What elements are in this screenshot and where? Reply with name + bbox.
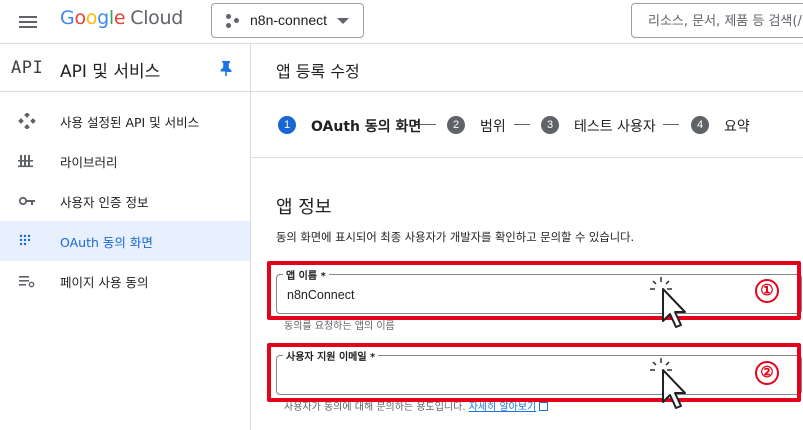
step-1-number[interactable]: 1 [278,116,296,134]
project-picker[interactable]: n8n-connect [211,3,364,38]
section-description: 동의 화면에 표시되어 최종 사용자가 개발자를 확인하고 문의할 수 있습니다… [276,231,635,244]
search-input[interactable] [648,10,803,32]
sidebar-title: API 및 서비스 [60,62,161,82]
click-cursor-icon [650,277,686,328]
step-4-label[interactable]: 요약 [724,116,750,136]
external-link-icon [539,402,549,411]
sidebar-item-enabled-apis[interactable]: 사용 설정된 API 및 서비스 [0,101,250,141]
sidebar-item-label: 라이브러리 [60,155,118,170]
step-2-number[interactable]: 2 [447,116,465,134]
support-email-hint-text: 사용자가 동의에 대해 문의하는 용도입니다. [284,402,466,413]
step-separator [514,124,530,125]
sidebar-item-label: 페이지 사용 동의 [60,275,149,290]
project-name: n8n-connect [250,12,328,28]
sidebar-item-oauth-consent[interactable]: OAuth 동의 화면 [0,221,250,261]
search-box[interactable] [631,3,803,38]
main-menu-icon[interactable] [16,10,40,34]
library-icon [18,155,33,168]
click-cursor-icon [650,358,686,409]
step-separator [420,124,436,125]
project-hub-icon [226,14,240,28]
google-cloud-logo[interactable]: Google Cloud [60,7,183,29]
marker-1: ① [755,279,779,303]
settings-list-icon [19,276,35,288]
api-diamond-icon [18,113,36,129]
pin-icon[interactable] [219,60,233,76]
top-bar: Google Cloud n8n-connect [0,0,803,44]
highlight-box-2 [267,343,801,402]
sidebar-item-page-consent[interactable]: 페이지 사용 동의 [0,261,250,301]
oauth-dots-icon [19,234,31,246]
learn-more-link[interactable]: 자세히 알아보기 [469,402,537,413]
step-1-label[interactable]: OAuth 동의 화면 [311,116,421,136]
api-badge-icon: API [11,58,44,78]
page-title: 앱 등록 수정 [276,62,360,81]
sidebar-item-library[interactable]: 라이브러리 [0,141,250,181]
step-3-number[interactable]: 3 [541,116,559,134]
page-title-bar: 앱 등록 수정 [251,44,803,92]
section-title: 앱 정보 [276,197,332,218]
step-4-number[interactable]: 4 [691,116,709,134]
sidebar-item-label: 사용 설정된 API 및 서비스 [60,115,200,130]
key-icon [18,196,35,206]
sidebar-item-label: 사용자 인증 정보 [60,195,149,210]
sidebar-header: API API 및 서비스 [0,44,250,92]
highlight-box-1 [267,261,801,320]
sidebar-item-label: OAuth 동의 화면 [60,235,153,250]
step-separator [663,124,679,125]
marker-2: ② [755,361,779,385]
sidebar: API API 및 서비스 사용 설정된 API 및 서비스 라이브러리 사용자… [0,44,251,430]
sidebar-item-credentials[interactable]: 사용자 인증 정보 [0,181,250,221]
step-2-label[interactable]: 범위 [480,116,506,136]
chevron-down-icon [337,18,349,24]
step-3-label[interactable]: 테스트 사용자 [574,116,656,136]
stepper: 1 OAuth 동의 화면 2 범위 3 테스트 사용자 4 요약 [251,92,803,158]
